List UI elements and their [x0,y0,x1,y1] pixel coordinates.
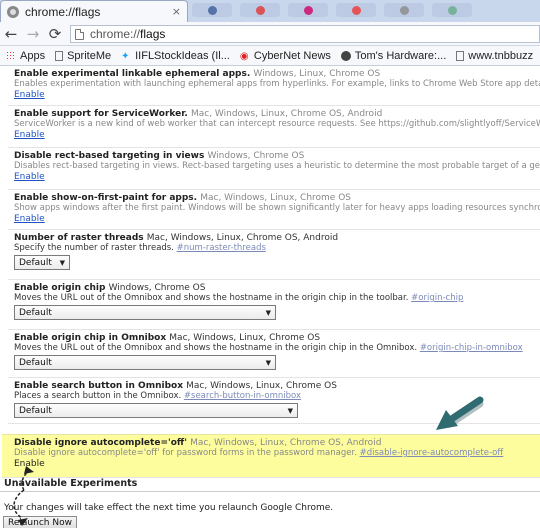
bookmark-apps[interactable]: Apps [6,50,45,62]
page-icon [456,50,465,61]
experiment-description: Moves the URL out of the Omnibox and sho… [14,293,409,303]
forward-button[interactable]: → [22,23,44,45]
enable-link[interactable]: Enable [14,90,45,100]
tab-chrome-flags[interactable]: chrome://flags × [0,0,188,22]
tab-background[interactable] [432,3,472,17]
experiment-title: Enable show-on-first-paint for apps. [14,193,198,203]
experiment-item-highlighted: Disable ignore autocomplete='off' Mac, W… [2,434,540,478]
experiment-platforms: Mac, Windows, Linux, Chrome OS, Android [146,233,339,243]
experiment-description: ServiceWorker is a new kind of web worke… [14,119,540,129]
experiment-item: Disable rect-based targeting in views Wi… [8,148,540,190]
apps-icon [6,50,16,61]
toms-hardware-icon [340,50,351,61]
page-icon [55,50,64,61]
experiment-platforms: Mac, Windows, Linux, Chrome OS [186,381,337,391]
enable-link[interactable]: Enable [14,130,45,140]
cybernet-icon: ◉ [239,50,249,62]
bookmark-spriteme[interactable]: SpriteMe [55,50,111,62]
omnibox[interactable]: chrome://flags [70,25,540,43]
enable-link[interactable]: Enable [14,459,45,469]
back-button[interactable]: ← [0,23,22,45]
tab-close-icon[interactable]: × [172,5,181,18]
enable-link[interactable]: Enable [14,172,45,182]
origin-chip-omnibox-select[interactable]: Default ▼ [14,355,276,370]
experiment-hash-link[interactable]: #disable-ignore-autocomplete-off [360,448,504,458]
tab-strip: chrome://flags × [0,0,540,22]
relaunch-now-button[interactable]: Relaunch Now [3,516,77,528]
search-button-select[interactable]: Default ▼ [14,403,298,418]
experiment-item: Enable support for ServiceWorker. Mac, W… [8,106,540,148]
experiment-description: Enables experimentation with launching e… [14,79,540,89]
experiment-description: Disables rect-based targeting in views. … [14,161,540,171]
experiment-title: Disable rect-based targeting in views [14,151,205,161]
experiment-item: Enable show-on-first-paint for apps. Mac… [8,190,540,230]
experiment-platforms: Mac, Windows, Linux, Chrome OS, Android [190,438,382,448]
dropdown-arrow-icon: ▼ [287,406,293,415]
experiment-item: Enable origin chip Windows, Chrome OS Mo… [8,280,540,330]
bookmark-iiflstockideas[interactable]: ✦ IIFLStockIdeas (Il... [121,50,230,62]
tab-background[interactable] [240,3,280,17]
experiment-title: Enable search button in Omnibox [14,381,183,391]
divider [0,491,540,492]
experiment-platforms: Mac, Windows, Linux, Chrome OS [200,193,351,203]
dropdown-arrow-icon: ▼ [265,308,271,317]
bookmark-cybernet-news[interactable]: ◉ CyberNet News [240,50,331,62]
dropdown-arrow-icon: ▼ [59,258,65,267]
experiment-title: Enable origin chip in Omnibox [14,333,167,343]
unavailable-experiments-heading: Unavailable Experiments [4,478,138,489]
experiment-item: Number of raster threads Mac, Windows, L… [8,230,540,280]
tab-background[interactable] [384,3,424,17]
experiment-hash-link[interactable]: #search-button-in-omnibox [184,391,301,401]
chrome-favicon-icon [7,5,19,18]
enable-link[interactable]: Enable [14,214,45,224]
experiment-description: Places a search button in the Omnibox. [14,391,182,401]
experiments-list: Enable experimental linkable ephemeral a… [2,66,540,478]
experiment-platforms: Windows, Chrome OS [207,151,305,161]
experiment-title: Enable origin chip [14,283,106,293]
experiment-hash-link[interactable]: #origin-chip [411,293,463,303]
experiment-item: Enable search button in Omnibox Mac, Win… [8,378,540,424]
experiment-hash-link[interactable]: #origin-chip-in-omnibox [420,343,523,353]
reload-button[interactable]: ⟳ [44,23,66,45]
other-tabs [192,3,472,17]
tab-background[interactable] [192,3,232,17]
experiment-item: Enable origin chip in Omnibox Mac, Windo… [8,330,540,378]
twitter-icon: ✦ [121,50,130,62]
origin-chip-select[interactable]: Default ▼ [14,305,276,320]
bookmark-toms-hardware[interactable]: Tom's Hardware:... [340,50,446,62]
experiment-description: Specify the number of raster threads. [14,243,174,253]
flags-page: Enable experimental linkable ephemeral a… [0,66,540,528]
tab-background[interactable] [288,3,328,17]
relaunch-notice: Your changes will take effect the next t… [4,503,334,513]
dropdown-arrow-icon: ▼ [265,358,271,367]
experiment-description: Show apps windows after the first paint.… [14,203,540,213]
raster-threads-select[interactable]: Default ▼ [14,255,70,270]
tab-title: chrome://flags [25,4,101,19]
tab-background[interactable] [336,3,376,17]
experiment-platforms: Windows, Chrome OS [108,283,206,293]
bookmarks-bar: Apps SpriteMe ✦ IIFLStockIdeas (Il... ◉ … [0,46,540,66]
url-text: chrome://flags [90,27,166,41]
experiment-platforms: Mac, Windows, Linux, Chrome OS [169,333,321,343]
bookmark-tnbbuzz[interactable]: www.tnbbuzz [456,50,533,62]
toolbar: ← → ⟳ chrome://flags [0,22,540,46]
experiment-platforms: Windows, Linux, Chrome OS [253,69,381,79]
experiment-platforms: Mac, Windows, Linux, Chrome OS, Android [190,109,383,119]
experiment-title: Enable support for ServiceWorker. [14,109,188,119]
experiment-title: Enable experimental linkable ephemeral a… [14,69,251,79]
experiment-item: Enable experimental linkable ephemeral a… [8,66,540,106]
experiment-title: Disable ignore autocomplete='off' [14,438,187,448]
page-icon [75,28,84,40]
experiment-description: Moves the URL out of the Omnibox and sho… [14,343,418,353]
experiment-description: Disable ignore autocomplete='off' for pa… [14,448,357,458]
experiment-title: Number of raster threads [14,233,144,243]
experiment-hash-link[interactable]: #num-raster-threads [177,243,266,253]
